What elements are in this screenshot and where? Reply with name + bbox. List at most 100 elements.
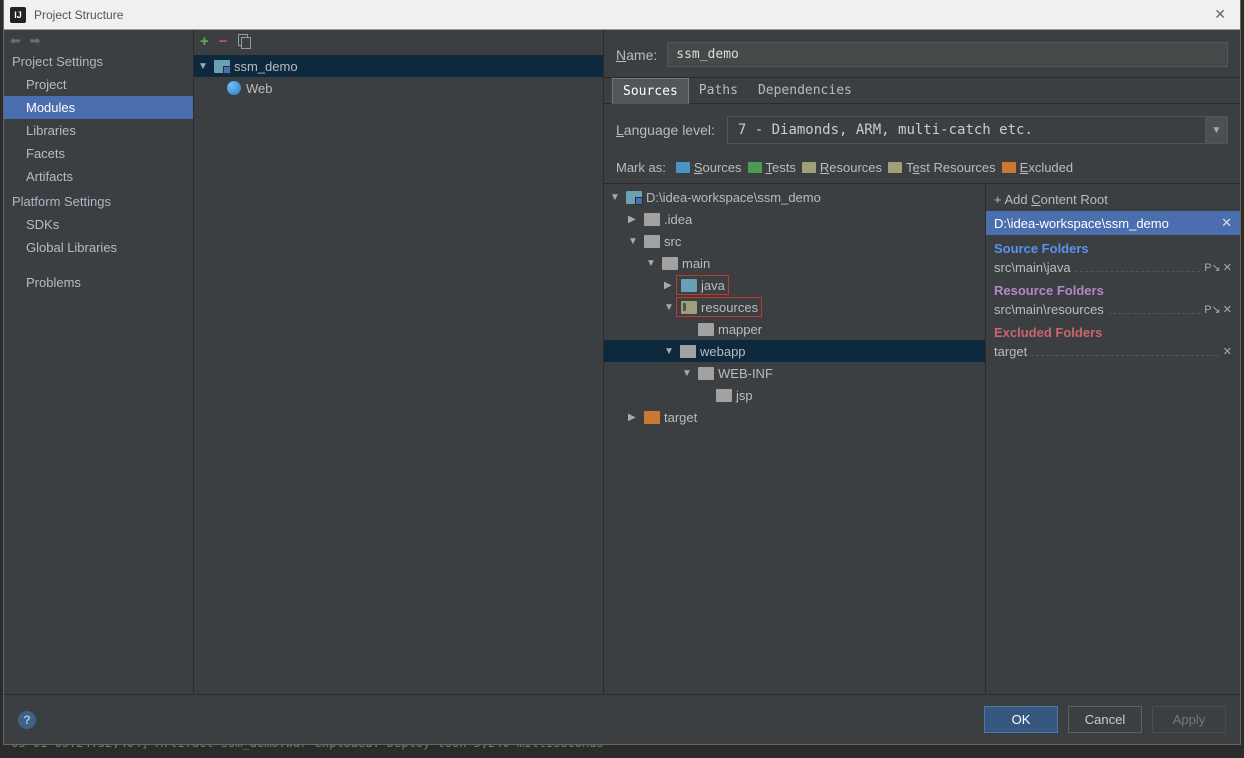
mark-excluded[interactable]: Excluded xyxy=(1002,160,1073,175)
detail-panel: Name: Sources Paths Dependencies Languag… xyxy=(604,30,1240,694)
sidebar-item-problems[interactable]: Problems xyxy=(4,271,193,294)
section-heading: Source Folders xyxy=(986,235,1240,258)
close-icon[interactable]: ✕ xyxy=(1223,345,1232,358)
globe-icon xyxy=(226,82,242,95)
add-content-root[interactable]: + Add Content Root xyxy=(986,188,1240,211)
folder-path: target xyxy=(994,344,1027,359)
module-root[interactable]: ssm_demo xyxy=(194,55,603,77)
sidebar-item-modules[interactable]: Modules xyxy=(4,96,193,119)
close-icon[interactable]: ✕ xyxy=(1206,6,1234,23)
window-title: Project Structure xyxy=(34,8,1206,22)
mark-resources[interactable]: Resources xyxy=(802,160,882,175)
tree-item[interactable]: jsp xyxy=(604,384,985,406)
close-icon[interactable]: ✕ xyxy=(1221,215,1232,231)
chevron-down-icon[interactable] xyxy=(198,61,210,72)
name-input[interactable] xyxy=(667,42,1228,67)
tree-label: target xyxy=(664,410,697,425)
module-root-label: ssm_demo xyxy=(234,59,298,74)
tabs: Sources Paths Dependencies xyxy=(604,77,1240,104)
copy-icon[interactable] xyxy=(238,34,252,48)
folder-icon xyxy=(662,257,678,270)
folder-path: src\main\resources xyxy=(994,302,1104,317)
folder-icon xyxy=(698,367,714,380)
mark-sources[interactable]: Sources xyxy=(676,160,742,175)
tree-item[interactable]: mapper xyxy=(604,318,985,340)
folder-icon xyxy=(644,411,660,424)
sidebar-item-libraries[interactable]: Libraries xyxy=(4,119,193,142)
chevron-right-icon[interactable] xyxy=(664,280,676,291)
tree-item[interactable]: main xyxy=(604,252,985,274)
modules-toolbar: + − xyxy=(194,30,603,52)
minus-icon[interactable]: − xyxy=(219,33,228,50)
folder-icon xyxy=(644,213,660,226)
properties-icon[interactable]: P↘ xyxy=(1204,303,1221,316)
folder-icon xyxy=(716,389,732,402)
tree-label: WEB-INF xyxy=(718,366,773,381)
titlebar: IJ Project Structure ✕ xyxy=(4,0,1240,30)
tree-item[interactable]: java xyxy=(604,274,985,296)
folder-entry[interactable]: target ✕ xyxy=(986,342,1240,361)
help-icon[interactable]: ? xyxy=(18,711,36,729)
tab-dependencies[interactable]: Dependencies xyxy=(748,78,862,103)
module-web-label: Web xyxy=(246,81,273,96)
tree-item[interactable]: .idea xyxy=(604,208,985,230)
tree-item[interactable]: target xyxy=(604,406,985,428)
module-icon xyxy=(214,60,230,73)
module-web[interactable]: Web xyxy=(194,77,603,99)
arrow-right-icon[interactable]: ➡ xyxy=(30,33,41,48)
app-icon: IJ xyxy=(10,7,26,23)
modules-tree: ssm_demo Web xyxy=(194,52,603,102)
tree-label: webapp xyxy=(700,344,746,359)
chevron-down-icon[interactable] xyxy=(664,302,676,313)
apply-button[interactable]: Apply xyxy=(1152,706,1226,733)
sidebar-nav: ⬅ ➡ xyxy=(4,30,193,48)
language-level-select[interactable]: 7 - Diamonds, ARM, multi-catch etc. ▼ xyxy=(727,116,1228,144)
chevron-right-icon[interactable] xyxy=(628,214,640,225)
chevron-down-icon[interactable] xyxy=(628,236,640,247)
sidebar-item-artifacts[interactable]: Artifacts xyxy=(4,165,193,188)
sidebar-item-facets[interactable]: Facets xyxy=(4,142,193,165)
chevron-down-icon[interactable] xyxy=(646,258,658,269)
plus-icon[interactable]: + xyxy=(200,33,209,50)
folder-path: src\main\java xyxy=(994,260,1071,275)
folder-icon xyxy=(681,301,697,314)
tree-item[interactable]: D:\idea-workspace\ssm_demo xyxy=(604,186,985,208)
sidebar-item-project[interactable]: Project xyxy=(4,73,193,96)
ok-button[interactable]: OK xyxy=(984,706,1058,733)
folder-icon xyxy=(680,345,696,358)
tab-sources[interactable]: Sources xyxy=(612,78,689,104)
chevron-right-icon[interactable] xyxy=(628,412,640,423)
section-heading: Resource Folders xyxy=(986,277,1240,300)
arrow-left-icon[interactable]: ⬅ xyxy=(10,33,21,48)
close-icon[interactable]: ✕ xyxy=(1223,261,1232,274)
tree-item[interactable]: webapp xyxy=(604,340,985,362)
tab-paths[interactable]: Paths xyxy=(689,78,748,103)
tree-label: resources xyxy=(701,300,758,315)
close-icon[interactable]: ✕ xyxy=(1223,303,1232,316)
tree-item[interactable]: resources xyxy=(604,296,985,318)
sources-icon xyxy=(676,162,690,173)
sidebar-item-global-libraries[interactable]: Global Libraries xyxy=(4,236,193,259)
content-root-path-text: D:\idea-workspace\ssm_demo xyxy=(994,216,1169,231)
chevron-down-icon[interactable] xyxy=(664,346,676,357)
chevron-down-icon[interactable]: ▼ xyxy=(1206,116,1228,144)
chevron-down-icon[interactable] xyxy=(610,192,622,203)
folder-icon xyxy=(644,235,660,248)
mark-test-resources[interactable]: Test Resources xyxy=(888,160,996,175)
cancel-button[interactable]: Cancel xyxy=(1068,706,1142,733)
content-root-path[interactable]: D:\idea-workspace\ssm_demo ✕ xyxy=(986,211,1240,235)
tree-label: jsp xyxy=(736,388,753,403)
source-tree: D:\idea-workspace\ssm_demo.ideasrcmainja… xyxy=(604,184,986,694)
properties-icon[interactable]: P↘ xyxy=(1204,261,1221,274)
tree-label: mapper xyxy=(718,322,762,337)
sidebar-item-sdks[interactable]: SDKs xyxy=(4,213,193,236)
chevron-down-icon[interactable] xyxy=(682,368,694,379)
tree-item[interactable]: WEB-INF xyxy=(604,362,985,384)
tree-item[interactable]: src xyxy=(604,230,985,252)
folder-entry[interactable]: src\main\resources P↘✕ xyxy=(986,300,1240,319)
mark-tests[interactable]: Tests xyxy=(748,160,796,175)
tests-icon xyxy=(748,162,762,173)
language-level-label: Language level: xyxy=(616,122,715,138)
folder-entry[interactable]: src\main\java P↘✕ xyxy=(986,258,1240,277)
footer: ? OK Cancel Apply xyxy=(4,694,1240,744)
